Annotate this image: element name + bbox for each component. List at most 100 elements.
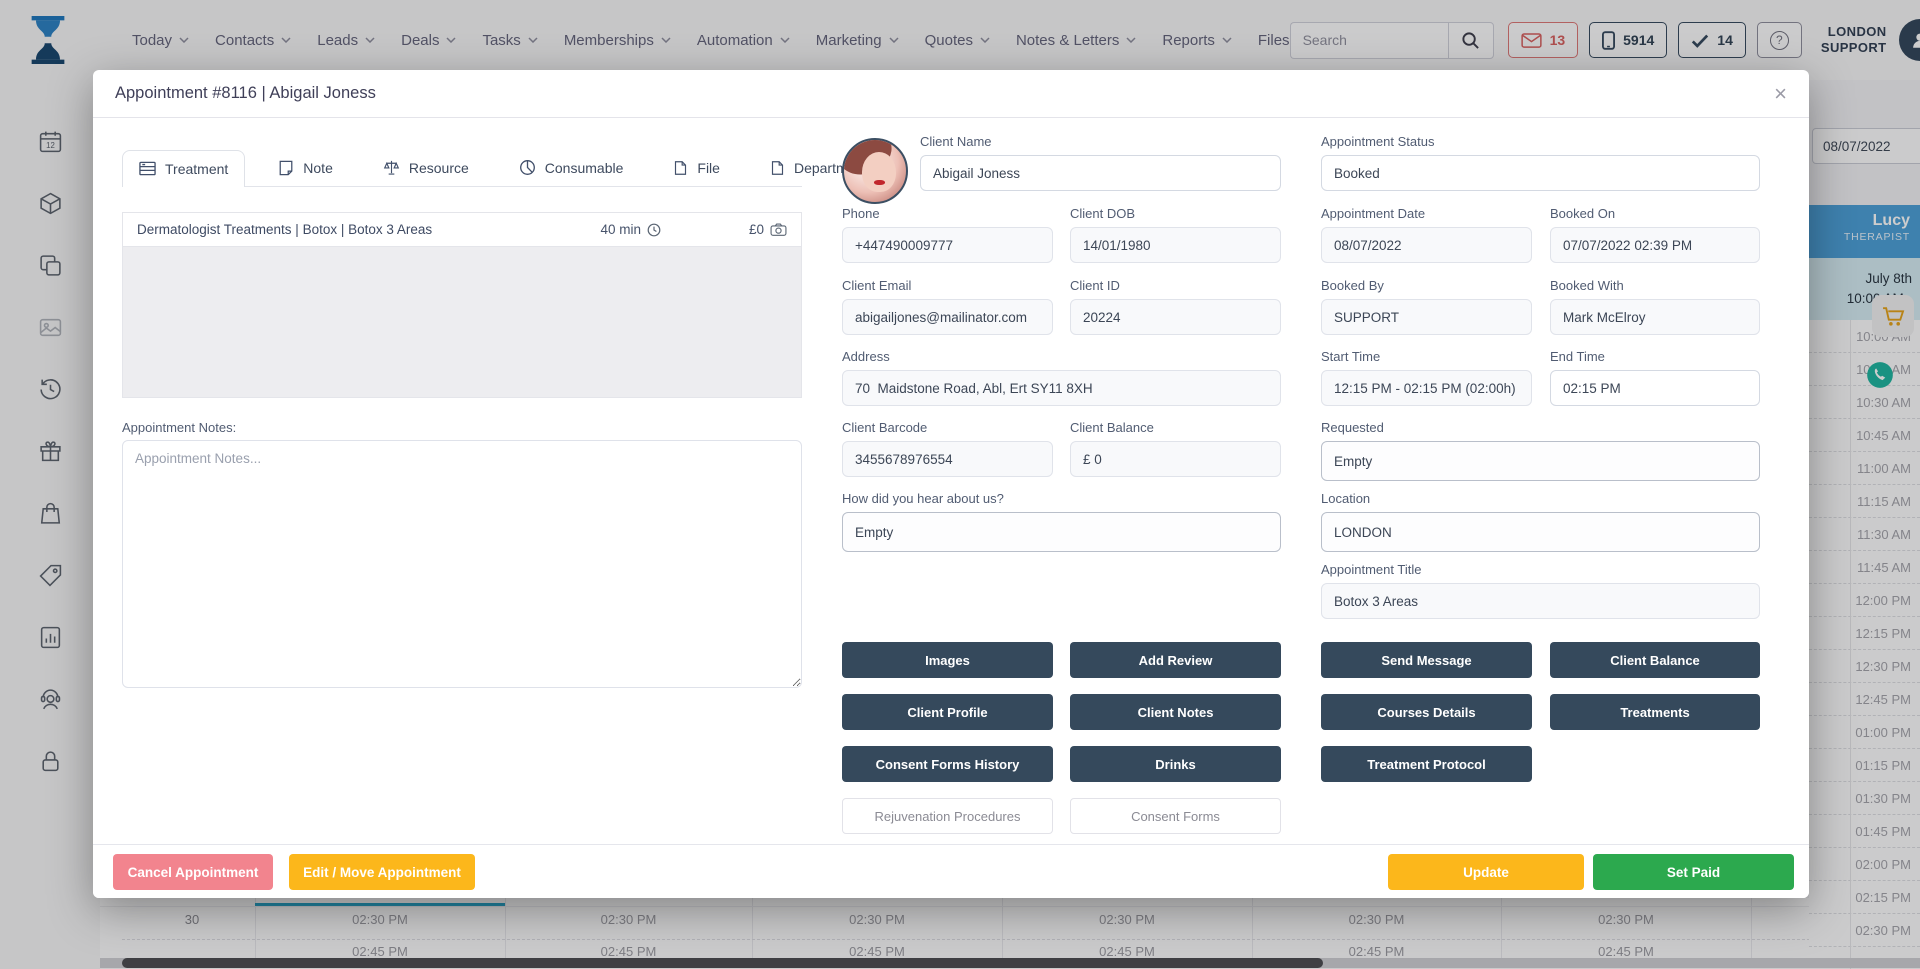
field-client-barcode: Client Barcode	[842, 420, 1053, 477]
how-did-you-hear-select[interactable]	[842, 512, 1281, 552]
phone-input[interactable]	[842, 227, 1053, 263]
tab-file[interactable]: File	[656, 150, 737, 186]
tab-label: Treatment	[165, 161, 228, 177]
client-name-input[interactable]	[920, 155, 1281, 191]
client-notes-button[interactable]: Client Notes	[1070, 694, 1281, 730]
treatment-list: Dermatologist Treatments | Botox | Botox…	[122, 212, 802, 398]
consumable-pie-icon	[519, 159, 536, 176]
field-client-email: Client Email	[842, 278, 1053, 335]
client-balance-button[interactable]: Client Balance	[1550, 642, 1760, 678]
client-dob-input[interactable]	[1070, 227, 1281, 263]
appointment-status-select[interactable]	[1321, 155, 1760, 191]
camera-icon	[770, 223, 787, 236]
consent-forms-button[interactable]: Consent Forms	[1070, 798, 1281, 834]
tab-consumable[interactable]: Consumable	[502, 149, 641, 186]
tab-label: Resource	[409, 160, 469, 176]
field-booked-on: Booked On	[1550, 206, 1760, 263]
treatment-name: Dermatologist Treatments | Botox | Botox…	[137, 222, 432, 237]
field-location: Location	[1321, 491, 1760, 552]
end-time-input[interactable]	[1550, 370, 1760, 406]
location-select[interactable]	[1321, 512, 1760, 552]
note-icon	[278, 160, 294, 176]
treatment-row[interactable]: Dermatologist Treatments | Botox | Botox…	[123, 213, 801, 247]
field-label: Booked By	[1321, 278, 1532, 293]
appointment-title-input[interactable]	[1321, 583, 1760, 619]
add-review-button[interactable]: Add Review	[1070, 642, 1281, 678]
drinks-button[interactable]: Drinks	[1070, 746, 1281, 782]
department-icon	[770, 160, 785, 176]
field-appointment-status: Appointment Status	[1321, 134, 1760, 191]
field-appointment-title: Appointment Title	[1321, 562, 1760, 619]
client-profile-button[interactable]: Client Profile	[842, 694, 1053, 730]
field-label: Client Barcode	[842, 420, 1053, 435]
field-requested: Requested	[1321, 420, 1760, 481]
booked-by-input[interactable]	[1321, 299, 1532, 335]
update-button[interactable]: Update	[1388, 854, 1584, 890]
client-barcode-input[interactable]	[842, 441, 1053, 477]
clock-icon	[647, 223, 661, 237]
field-label: Booked With	[1550, 278, 1760, 293]
treatment-protocol-button[interactable]: Treatment Protocol	[1321, 746, 1532, 782]
field-end-time: End Time	[1550, 349, 1760, 406]
client-balance-input[interactable]	[1070, 441, 1281, 477]
booked-on-input[interactable]	[1550, 227, 1760, 263]
field-label: Client Balance	[1070, 420, 1281, 435]
field-booked-with: Booked With	[1550, 278, 1760, 335]
client-photo	[842, 138, 908, 204]
field-label: Client DOB	[1070, 206, 1281, 221]
client-email-input[interactable]	[842, 299, 1053, 335]
rejuvenation-procedures-button[interactable]: Rejuvenation Procedures	[842, 798, 1053, 834]
field-label: Booked On	[1550, 206, 1760, 221]
field-label: Client ID	[1070, 278, 1281, 293]
tab-note[interactable]: Note	[261, 150, 350, 186]
modal-footer: Cancel Appointment Edit / Move Appointme…	[93, 844, 1809, 898]
tab-treatment[interactable]: Treatment	[122, 150, 245, 187]
field-address: Address	[842, 349, 1281, 406]
field-label: How did you hear about us?	[842, 491, 1281, 506]
field-label: Client Email	[842, 278, 1053, 293]
appointment-date-input[interactable]	[1321, 227, 1532, 263]
file-icon	[673, 160, 688, 176]
modal-body: Treatment Note Resource Consumable File	[93, 118, 1809, 844]
set-paid-button[interactable]: Set Paid	[1593, 854, 1794, 890]
images-button[interactable]: Images	[842, 642, 1053, 678]
requested-select[interactable]	[1321, 441, 1760, 481]
appointment-notes-label: Appointment Notes:	[122, 420, 236, 435]
tab-label: Consumable	[545, 160, 624, 176]
field-start-time: Start Time	[1321, 349, 1532, 406]
field-booked-by: Booked By	[1321, 278, 1532, 335]
treatments-button[interactable]: Treatments	[1550, 694, 1760, 730]
field-client-balance: Client Balance	[1070, 420, 1281, 477]
address-input[interactable]	[842, 370, 1281, 406]
modal-header: Appointment #8116 | Abigail Joness ×	[93, 70, 1809, 118]
cancel-appointment-button[interactable]: Cancel Appointment	[113, 854, 273, 890]
field-client-name: Client Name	[920, 134, 1281, 191]
field-label: Address	[842, 349, 1281, 364]
client-id-input[interactable]	[1070, 299, 1281, 335]
field-label: Appointment Title	[1321, 562, 1760, 577]
field-label: Requested	[1321, 420, 1760, 435]
courses-details-button[interactable]: Courses Details	[1321, 694, 1532, 730]
modal-tabs: Treatment Note Resource Consumable File	[122, 148, 802, 187]
send-message-button[interactable]: Send Message	[1321, 642, 1532, 678]
treatment-duration: 40 min	[600, 222, 661, 237]
close-icon[interactable]: ×	[1774, 83, 1787, 105]
field-client-id: Client ID	[1070, 278, 1281, 335]
field-label: Start Time	[1321, 349, 1532, 364]
start-time-input[interactable]	[1321, 370, 1532, 406]
booked-with-input[interactable]	[1550, 299, 1760, 335]
appointment-notes-textarea[interactable]	[122, 440, 802, 688]
edit-move-appointment-button[interactable]: Edit / Move Appointment	[289, 854, 475, 890]
field-how-did-you-hear: How did you hear about us?	[842, 491, 1281, 552]
field-label: Appointment Date	[1321, 206, 1532, 221]
tab-label: File	[697, 160, 720, 176]
tab-resource[interactable]: Resource	[366, 149, 486, 186]
field-client-dob: Client DOB	[1070, 206, 1281, 263]
tab-label: Note	[303, 160, 333, 176]
consent-forms-history-button[interactable]: Consent Forms History	[842, 746, 1053, 782]
treatment-price: £0	[749, 222, 787, 237]
field-label: Appointment Status	[1321, 134, 1760, 149]
treatment-icon	[139, 160, 156, 177]
resource-scale-icon	[383, 159, 400, 176]
appointment-modal: Appointment #8116 | Abigail Joness × Tre…	[93, 70, 1809, 898]
